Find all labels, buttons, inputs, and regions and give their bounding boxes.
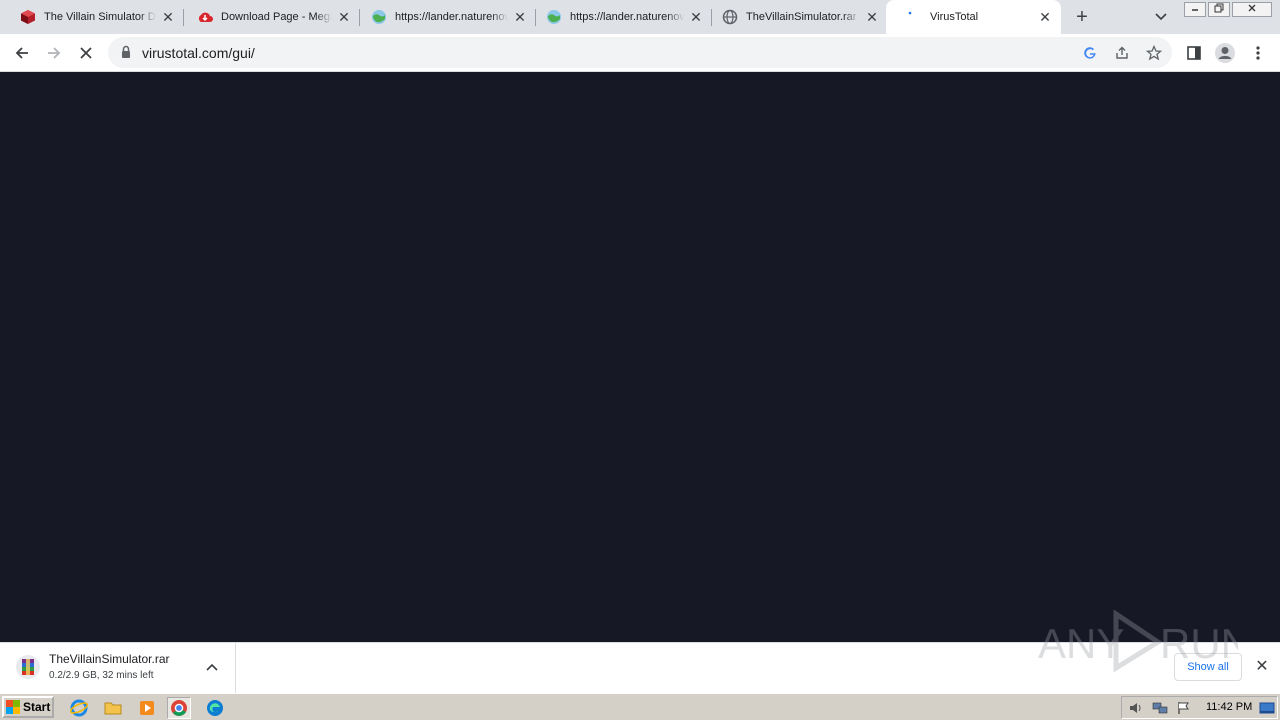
- download-filename: TheVillainSimulator.rar: [49, 652, 170, 666]
- profile-avatar-icon[interactable]: [1214, 42, 1236, 64]
- browser-toolbar: virustotal.com/gui/: [0, 34, 1280, 72]
- minimize-button[interactable]: [1184, 2, 1206, 17]
- tab-villain-simulator-rar[interactable]: TheVillainSimulator.rar ✕: [704, 0, 888, 34]
- close-icon[interactable]: ✕: [688, 9, 704, 25]
- volume-icon[interactable]: [1128, 700, 1144, 716]
- back-button[interactable]: [10, 41, 34, 65]
- taskbar: Start 11:42 PM: [0, 693, 1280, 720]
- tab-lander-naturenow-1[interactable]: https://lander.naturenow ✕: [352, 0, 536, 34]
- internet-explorer-icon[interactable]: [68, 697, 90, 719]
- new-tab-button[interactable]: +: [1070, 5, 1094, 29]
- tab-villain-simulator[interactable]: The Villain Simulator Download ✕: [0, 0, 184, 34]
- globe-icon: [722, 9, 738, 25]
- tab-mega-download[interactable]: Download Page - Mega ✕: [176, 0, 360, 34]
- lock-icon[interactable]: [120, 45, 132, 64]
- winrar-file-icon: [16, 654, 40, 680]
- anyrun-watermark: ANY RUN: [1038, 608, 1251, 673]
- tab-title: VirusTotal: [930, 11, 979, 23]
- tab-title: Download Page - Mega: [221, 11, 332, 23]
- red-cube-icon: [20, 9, 36, 25]
- network-icon[interactable]: [1152, 700, 1168, 716]
- close-icon[interactable]: ✕: [864, 9, 880, 25]
- chrome-taskbar-button[interactable]: [167, 697, 191, 719]
- stop-loading-button[interactable]: [74, 41, 98, 65]
- close-icon[interactable]: ✕: [512, 9, 528, 25]
- loading-spinner-icon: [906, 9, 922, 25]
- mega-cloud-icon: [197, 9, 213, 25]
- tab-title: https://lander.naturenow: [570, 11, 684, 23]
- edge-icon[interactable]: [204, 697, 226, 719]
- close-icon: [80, 47, 92, 59]
- share-icon[interactable]: [1113, 44, 1131, 62]
- action-center-flag-icon[interactable]: [1176, 700, 1192, 716]
- windows-logo-icon: [6, 700, 20, 714]
- tab-title: The Villain Simulator Download: [44, 11, 156, 23]
- system-tray: 11:42 PM: [1121, 696, 1278, 719]
- file-explorer-icon[interactable]: [102, 697, 124, 719]
- start-button[interactable]: Start: [2, 696, 54, 718]
- side-panel-icon[interactable]: [1183, 42, 1205, 64]
- google-lens-icon[interactable]: [1081, 44, 1099, 62]
- media-player-icon[interactable]: [136, 697, 158, 719]
- close-icon[interactable]: ✕: [1037, 9, 1053, 25]
- close-window-button[interactable]: [1232, 2, 1272, 17]
- restore-button[interactable]: [1208, 2, 1230, 17]
- arrow-left-icon: [15, 47, 28, 59]
- download-status: 0.2/2.9 GB, 32 mins left: [49, 670, 154, 681]
- forward-button[interactable]: [42, 41, 66, 65]
- tab-virustotal[interactable]: VirusTotal ✕: [886, 0, 1061, 34]
- watermark-text-right: RUN: [1160, 620, 1238, 667]
- close-download-bar-icon[interactable]: ✕: [1254, 659, 1270, 675]
- tab-title: https://lander.naturenow: [395, 11, 508, 23]
- tab-lander-naturenow-2[interactable]: https://lander.naturenow ✕: [528, 0, 712, 34]
- chevron-up-icon[interactable]: [204, 659, 220, 675]
- watermark-text-left: ANY: [1038, 620, 1124, 667]
- show-desktop-icon[interactable]: [1259, 700, 1275, 716]
- chrome-icon: [171, 700, 187, 716]
- page-content: [0, 72, 1280, 642]
- menu-kebab-icon[interactable]: [1247, 42, 1269, 64]
- close-icon[interactable]: ✕: [160, 9, 176, 25]
- address-bar[interactable]: virustotal.com/gui/: [108, 37, 1172, 68]
- start-label: Start: [23, 700, 51, 714]
- bookmark-star-icon[interactable]: [1145, 44, 1163, 62]
- chevron-down-icon: [1155, 13, 1167, 21]
- globe-green-icon: [546, 9, 562, 25]
- arrow-right-icon: [48, 47, 61, 59]
- tab-search-button[interactable]: [1150, 6, 1172, 28]
- globe-green-icon: [371, 9, 387, 25]
- clock: 11:42 PM: [1206, 701, 1253, 713]
- url-text: virustotal.com/gui/: [142, 45, 255, 61]
- close-icon[interactable]: ✕: [336, 9, 352, 25]
- download-item[interactable]: TheVillainSimulator.rar 0.2/2.9 GB, 32 m…: [0, 643, 236, 693]
- tab-title: TheVillainSimulator.rar: [746, 11, 857, 23]
- tab-strip: The Villain Simulator Download ✕ Downloa…: [0, 0, 1280, 34]
